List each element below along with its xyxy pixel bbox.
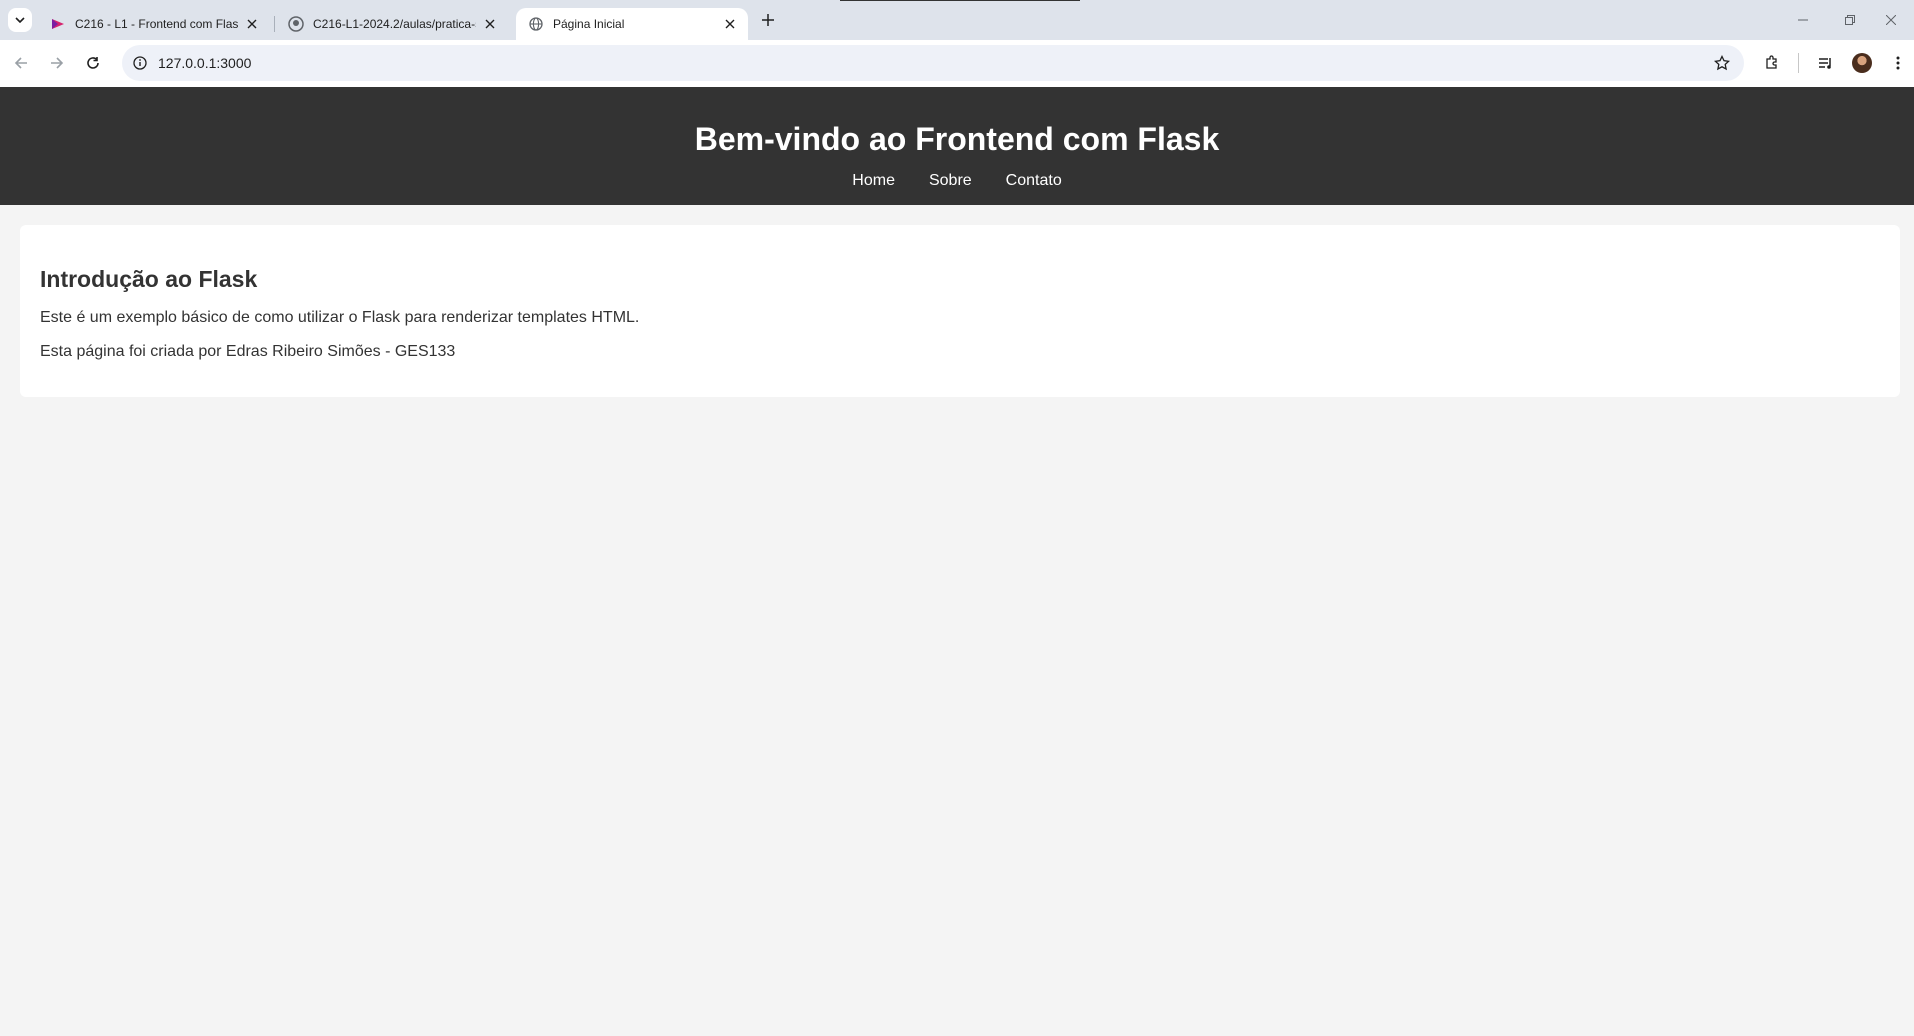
- url-text: 127.0.0.1:3000: [158, 55, 252, 71]
- reload-button[interactable]: [78, 48, 108, 78]
- minimize-button[interactable]: [1780, 0, 1826, 40]
- section-heading: Introdução ao Flask: [40, 266, 258, 292]
- arrow-right-icon: [51, 57, 64, 69]
- browser-menu-button[interactable]: [1886, 51, 1910, 75]
- tab-separator: [274, 16, 275, 32]
- profile-avatar[interactable]: [1852, 53, 1872, 73]
- address-bar[interactable]: 127.0.0.1:3000: [122, 45, 1744, 81]
- close-window-button[interactable]: [1868, 0, 1914, 40]
- media-controls-button[interactable]: [1814, 51, 1838, 75]
- tab-pagina-inicial[interactable]: Página Inicial: [516, 8, 748, 40]
- globe-icon: [528, 16, 544, 32]
- browser-toolbar: 127.0.0.1:3000: [0, 40, 1914, 87]
- nav-link-home[interactable]: Home: [852, 171, 895, 191]
- playlist-icon: [1819, 58, 1831, 69]
- browser-tabstrip: C216 - L1 - Frontend com Flask C216-L1-2…: [0, 0, 1914, 40]
- tab-title: C216 - L1 - Frontend com Flask: [75, 17, 238, 31]
- close-icon[interactable]: [482, 16, 498, 32]
- close-icon[interactable]: [722, 16, 738, 32]
- tab-title: Página Inicial: [553, 17, 625, 31]
- tab-flask-slides[interactable]: C216 - L1 - Frontend com Flask: [38, 8, 270, 40]
- restore-icon: [1845, 15, 1855, 25]
- kebab-menu-icon: [1896, 56, 1900, 70]
- close-icon[interactable]: [244, 16, 260, 32]
- content-card: Introdução ao Flask Este é um exemplo bá…: [20, 225, 1900, 397]
- minimize-icon: [1798, 19, 1808, 21]
- chevron-down-icon: [15, 17, 25, 23]
- extensions-button[interactable]: [1760, 51, 1784, 75]
- restore-button[interactable]: [1827, 0, 1873, 40]
- page-title: Bem-vindo ao Frontend com Flask: [694, 121, 1220, 157]
- nav-link-sobre[interactable]: Sobre: [929, 171, 972, 191]
- puzzle-icon: [1766, 55, 1777, 69]
- tab-search-button[interactable]: [8, 8, 32, 32]
- site-nav: Home Sobre Contato: [0, 171, 1914, 191]
- forward-button[interactable]: [42, 48, 72, 78]
- tab-github[interactable]: C216-L1-2024.2/aulas/pratica-5: [276, 8, 508, 40]
- nav-link-contato[interactable]: Contato: [1006, 171, 1062, 191]
- info-icon[interactable]: [130, 53, 150, 73]
- author-paragraph: Esta página foi criada por Edras Ribeiro…: [40, 343, 456, 360]
- site-header: Bem-vindo ao Frontend com Flask Home Sob…: [0, 87, 1914, 205]
- intro-paragraph: Este é um exemplo básico de como utiliza…: [40, 309, 640, 326]
- plus-icon: [762, 14, 774, 26]
- bookmark-star-icon[interactable]: [1712, 53, 1732, 73]
- github-icon: [288, 16, 304, 32]
- window-drag-indicator: [840, 0, 1080, 1]
- reload-icon: [87, 57, 99, 69]
- flask-slides-icon: [50, 16, 66, 32]
- toolbar-divider: [1798, 53, 1799, 73]
- back-button[interactable]: [6, 48, 36, 78]
- close-icon: [1886, 15, 1896, 25]
- new-tab-button[interactable]: [756, 8, 780, 32]
- arrow-left-icon: [14, 57, 27, 69]
- tab-title: C216-L1-2024.2/aulas/pratica-5: [313, 17, 476, 31]
